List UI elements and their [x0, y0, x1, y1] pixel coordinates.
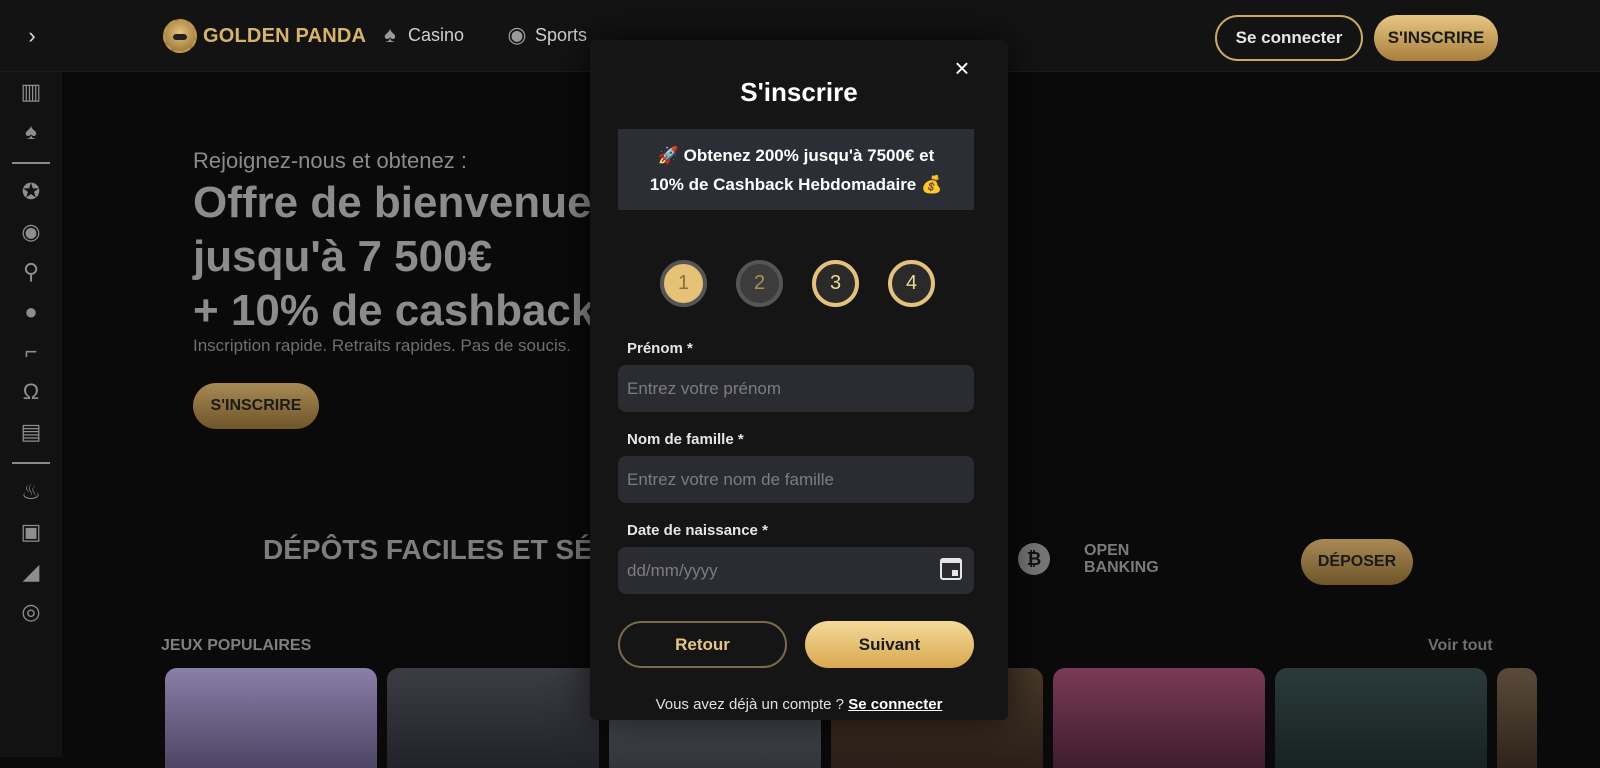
step-3: 3 — [812, 260, 859, 307]
required-mark: * — [737, 431, 744, 448]
brand-name: GOLDEN PANDA — [203, 24, 367, 47]
nav-casino-label: Casino — [408, 24, 465, 45]
promo-line: 10% de Cashback Hebdomadaire 💰 — [649, 174, 943, 194]
nav-sports[interactable]: ◉ Sports — [505, 23, 587, 47]
open-banking-line: BANKING — [1084, 559, 1159, 576]
last-name-label-text: Nom de famille — [627, 431, 734, 448]
login-link[interactable]: Se connecter — [848, 696, 942, 713]
step-2: 2 — [736, 260, 783, 307]
modal-title: S'inscrire — [740, 77, 858, 107]
nav-sports-label: Sports — [535, 24, 588, 45]
hero-title-line: + 10% de cashback — [193, 286, 596, 335]
hero-title-line: jusqu'à 7 500€ — [193, 232, 493, 281]
sidebar-divider — [12, 462, 50, 464]
first-name-label: Prénom * — [627, 340, 693, 357]
game-tile[interactable] — [1275, 668, 1487, 768]
promo-line: 🚀 Obtenez 200% jusqu'à 7500€ et — [657, 145, 935, 165]
nav-casino[interactable]: ♠ Casino — [378, 23, 464, 47]
sidebar-divider — [12, 162, 50, 164]
step-4: 4 — [888, 260, 935, 307]
dob-label-text: Date de naissance — [627, 522, 758, 539]
next-button[interactable]: Suivant — [805, 621, 974, 668]
last-name-label: Nom de famille * — [627, 431, 744, 448]
bitcoin-icon: ₿ — [1018, 543, 1050, 575]
deposit-button[interactable]: DÉPOSER — [1301, 539, 1413, 585]
deposit-title: DÉPÔTS FACILES ET SÉC — [263, 534, 614, 565]
horseshoe-icon[interactable]: Ω — [17, 378, 45, 406]
hockey-icon[interactable]: ⌐ — [17, 338, 45, 366]
see-all-link[interactable]: Voir tout — [1428, 637, 1493, 655]
signup-button-header[interactable]: S'INSCRIRE — [1374, 15, 1498, 61]
card-icon[interactable]: ♠ — [17, 118, 45, 146]
first-name-label-text: Prénom — [627, 340, 683, 357]
game-tile[interactable] — [165, 668, 377, 768]
dob-label: Date de naissance * — [627, 522, 768, 539]
back-button[interactable]: Retour — [618, 621, 787, 668]
game-tile[interactable] — [1497, 668, 1537, 768]
fire-icon[interactable]: ♨ — [17, 478, 45, 506]
open-banking-label: OPEN BANKING — [1084, 542, 1159, 576]
calendar-icon[interactable] — [940, 558, 962, 580]
dob-input[interactable] — [618, 547, 974, 594]
panda-logo-icon — [163, 19, 197, 53]
game-tile[interactable] — [1053, 668, 1265, 768]
slot-machine-icon[interactable]: ▥ — [17, 78, 45, 106]
login-button[interactable]: Se connecter — [1215, 15, 1363, 61]
star-badge-icon[interactable]: ✪ — [17, 178, 45, 206]
expand-sidebar-icon[interactable]: › — [20, 24, 44, 48]
brand-logo[interactable]: GOLDEN PANDA — [163, 19, 366, 53]
gift-icon[interactable]: ▣ — [17, 518, 45, 546]
hero-kicker: Rejoignez-nous et obtenez : — [193, 148, 467, 173]
step-1: 1 — [660, 260, 707, 307]
basketball-icon[interactable]: ● — [17, 298, 45, 326]
whistle-icon[interactable]: ◎ — [17, 598, 45, 626]
left-sidebar: ▥ ♠ ✪ ◉ ⚲ ● ⌐ Ω ▤ ♨ ▣ ◢ ◎ — [0, 72, 62, 757]
live-icon[interactable]: ◉ — [17, 218, 45, 246]
first-name-input[interactable] — [618, 365, 974, 412]
spade-icon: ♠ — [384, 22, 396, 47]
step-indicator: 1 2 3 4 — [660, 260, 935, 307]
hero-subtitle: Inscription rapide. Retraits rapides. Pa… — [193, 336, 571, 355]
login-prompt-text: Vous avez déjà un compte ? — [655, 696, 845, 713]
popular-games-label: JEUX POPULAIRES — [161, 637, 312, 654]
hero-title-line: Offre de bienvenue — [193, 178, 592, 227]
required-mark: * — [687, 340, 693, 357]
soccer-ball-icon: ◉ — [507, 22, 527, 47]
tennis-icon[interactable]: ⚲ — [17, 258, 45, 286]
hero-title: Offre de bienvenue jusqu'à 7 500€ + 10% … — [193, 176, 595, 338]
login-prompt: Vous avez déjà un compte ? Se connecter — [590, 696, 1008, 713]
megaphone-icon[interactable]: ◢ — [17, 558, 45, 586]
hero-signup-button[interactable]: S'INSCRIRE — [193, 383, 319, 429]
required-mark: * — [762, 522, 768, 539]
promo-banner: 🚀 Obtenez 200% jusqu'à 7500€ et 10% de C… — [618, 129, 974, 210]
signup-modal: × S'inscrire 🚀 Obtenez 200% jusqu'à 7500… — [590, 40, 1008, 720]
last-name-input[interactable] — [618, 456, 974, 503]
open-banking-line: OPEN — [1084, 542, 1130, 559]
game-tile[interactable] — [387, 668, 599, 768]
casino-building-icon[interactable]: ▤ — [17, 418, 45, 446]
